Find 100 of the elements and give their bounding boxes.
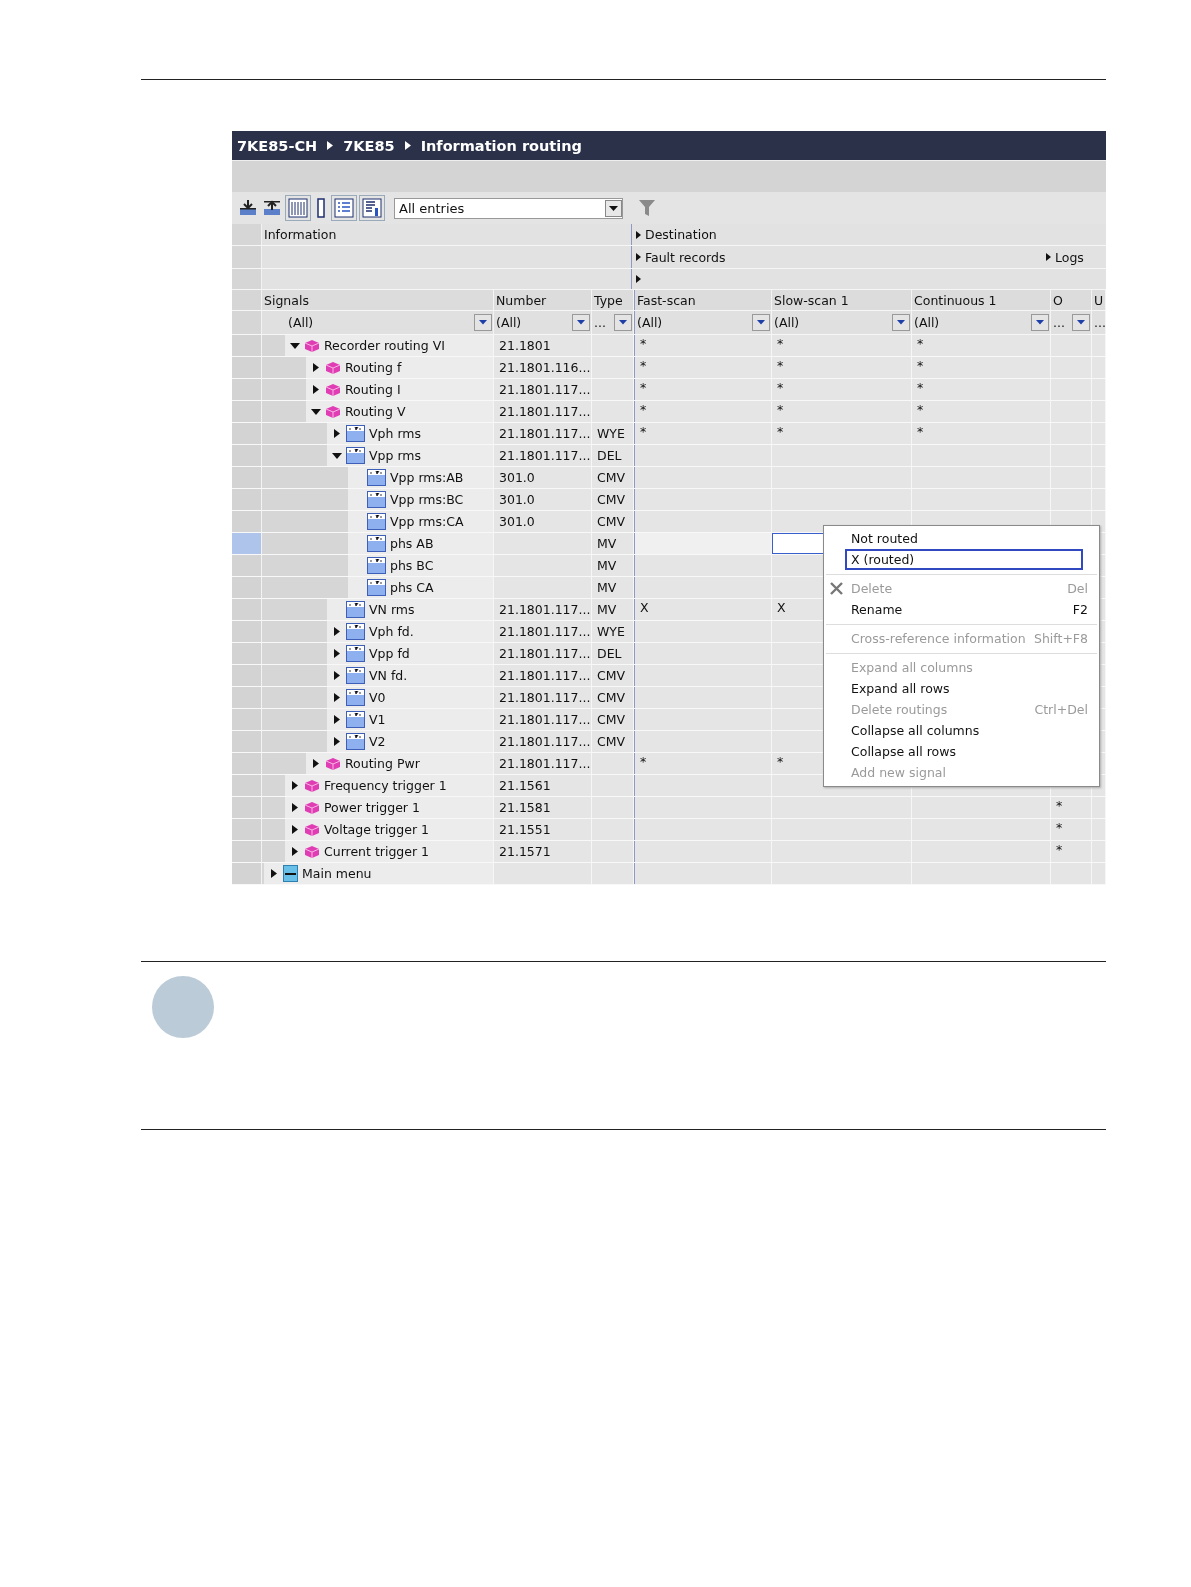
signal-name[interactable]: Vph rms (369, 426, 421, 441)
breadcrumb-item[interactable]: 7KE85-CH (237, 137, 318, 154)
column-header[interactable]: Continuous 1 (912, 290, 1051, 310)
column-header[interactable]: U (1092, 290, 1106, 310)
expand-arrow-icon[interactable] (270, 869, 277, 878)
dropdown-caret-icon[interactable] (474, 314, 492, 331)
dropdown-caret-icon[interactable] (892, 314, 910, 331)
expand-arrow-icon[interactable] (312, 363, 319, 372)
signal-name[interactable]: phs CA (390, 580, 434, 595)
signal-name[interactable]: Vpp rms:AB (390, 470, 464, 485)
signal-name[interactable]: Vpp fd (369, 646, 410, 661)
expand-arrow-icon[interactable] (333, 737, 340, 746)
signal-name[interactable]: phs AB (390, 536, 434, 551)
expand-arrow-icon[interactable] (333, 693, 340, 702)
expand-rows-icon[interactable] (238, 199, 258, 217)
indent-bar (262, 819, 285, 840)
dropdown-caret-icon[interactable] (752, 314, 770, 331)
signal-name[interactable]: Routing I (345, 382, 401, 397)
signal-name[interactable]: Routing Pwr (345, 756, 420, 771)
table-cell: * (634, 753, 772, 774)
column-header[interactable]: O (1051, 290, 1092, 310)
dropdown-caret-icon[interactable] (1031, 314, 1049, 331)
dropdown-caret-icon[interactable] (605, 199, 622, 217)
expand-arrow-icon[interactable] (291, 847, 298, 856)
group-header: Information (262, 224, 632, 245)
signal-name[interactable]: Main menu (302, 866, 372, 881)
filter-field[interactable]: ... (592, 311, 634, 334)
menu-item[interactable]: Expand all rows (824, 678, 1099, 699)
signal-name[interactable]: Vph fd. (369, 624, 414, 639)
signal-name[interactable]: VN rms (369, 602, 415, 617)
group-header[interactable]: Logs (1055, 249, 1084, 265)
expand-arrow-icon[interactable] (291, 825, 298, 834)
signal-name[interactable]: Vpp rms:BC (390, 492, 464, 507)
signal-name[interactable]: Routing V (345, 404, 406, 419)
column-icon[interactable] (314, 196, 328, 220)
menu-item[interactable]: X (routed) (845, 549, 1083, 570)
filter-field[interactable]: ... (1092, 311, 1106, 334)
breadcrumb-arrow-icon (327, 141, 334, 150)
filter-field[interactable]: (All) (262, 311, 494, 334)
filter-field[interactable]: (All) (634, 311, 772, 334)
column-header[interactable]: Slow-scan 1 (772, 290, 912, 310)
dropdown-caret-icon[interactable] (572, 314, 590, 331)
signal-name[interactable]: Vpp rms:CA (390, 514, 464, 529)
column-header[interactable]: Type (592, 290, 634, 310)
dropdown-caret-icon[interactable] (614, 314, 632, 331)
menu-item[interactable]: Collapse all columns (824, 720, 1099, 741)
expand-arrow-icon[interactable] (291, 803, 298, 812)
filter-icon[interactable] (639, 199, 655, 217)
group-header[interactable]: Fault records (645, 249, 726, 265)
expand-arrow-icon[interactable] (333, 649, 340, 658)
signal-name[interactable]: Current trigger 1 (324, 844, 430, 859)
expand-arrow-icon[interactable] (333, 627, 340, 636)
expand-arrow-icon[interactable] (636, 275, 641, 283)
list-icon[interactable] (332, 196, 356, 220)
column-header[interactable]: Fast-scan (634, 290, 772, 310)
signal-name[interactable]: Frequency trigger 1 (324, 778, 447, 793)
collapse-rows-icon[interactable] (262, 199, 282, 217)
filter-field[interactable]: (All) (494, 311, 592, 334)
column-header[interactable]: Number (494, 290, 592, 310)
signal-name[interactable]: Voltage trigger 1 (324, 822, 429, 837)
signal-name[interactable]: phs BC (390, 558, 434, 573)
delete-icon (830, 582, 843, 595)
breadcrumb-arrow-icon (404, 141, 411, 150)
signal-name[interactable]: V1 (369, 712, 386, 727)
filter-field[interactable]: ... (1051, 311, 1092, 334)
indent-bar (262, 445, 327, 466)
expand-arrow-icon[interactable] (636, 253, 641, 261)
group-header[interactable]: Destination (645, 227, 717, 242)
table-cell: * (634, 357, 772, 378)
cube-icon (304, 800, 320, 815)
expand-arrow-icon[interactable] (333, 715, 340, 724)
indent-bar (262, 599, 327, 620)
breadcrumb-item[interactable]: Information routing (420, 137, 582, 154)
expand-arrow-icon[interactable] (636, 230, 641, 239)
expand-arrow-icon[interactable] (312, 385, 319, 394)
collapse-arrow-icon[interactable] (289, 342, 300, 349)
signal-name[interactable]: Routing f (345, 360, 402, 375)
signal-name[interactable]: VN fd. (369, 668, 408, 683)
dropdown-caret-icon[interactable] (1072, 314, 1090, 331)
signal-name[interactable]: Vpp rms (369, 448, 421, 463)
expand-arrow-icon[interactable] (333, 429, 340, 438)
expand-arrow-icon[interactable] (1046, 253, 1051, 261)
column-header[interactable]: Signals (262, 290, 494, 310)
table-info-icon[interactable] (360, 196, 384, 220)
signal-name[interactable]: V0 (369, 690, 386, 705)
signal-name[interactable]: Recorder routing VI (324, 338, 445, 353)
indent-bar (262, 621, 327, 642)
filter-field[interactable]: (All) (912, 311, 1051, 334)
collapse-arrow-icon[interactable] (310, 408, 321, 415)
expand-arrow-icon[interactable] (291, 781, 298, 790)
table-cell: * (634, 335, 772, 356)
entries-dropdown[interactable]: All entries (394, 197, 623, 219)
signal-name[interactable]: Power trigger 1 (324, 800, 420, 815)
expand-arrow-icon[interactable] (333, 671, 340, 680)
signal-name[interactable]: V2 (369, 734, 386, 749)
breadcrumb-item[interactable]: 7KE85 (343, 137, 395, 154)
menu-item[interactable]: Not routed (824, 528, 1099, 549)
expand-arrow-icon[interactable] (312, 759, 319, 768)
filter-field[interactable]: (All) (772, 311, 912, 334)
collapse-arrow-icon[interactable] (331, 452, 342, 459)
